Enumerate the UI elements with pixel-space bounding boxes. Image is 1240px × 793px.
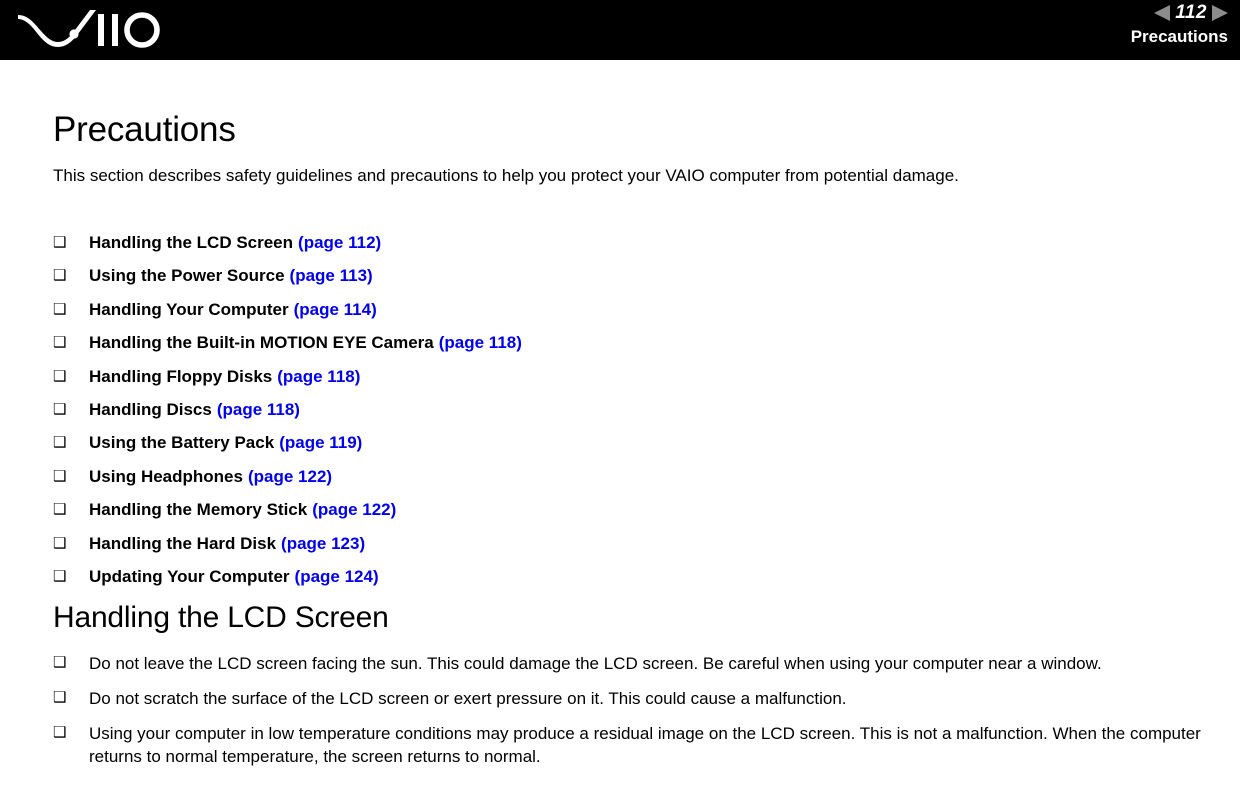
box-bullet-icon: ❑ (53, 689, 67, 706)
list-item[interactable]: ❑ Handling the Hard Disk (page 123) (53, 533, 1203, 566)
box-bullet-icon: ❑ (53, 724, 67, 741)
box-bullet-icon: ❑ (53, 654, 67, 671)
list-item[interactable]: ❑ Handling the Memory Stick (page 122) (53, 499, 1203, 532)
section-body-list: ❑ Do not leave the LCD screen facing the… (53, 652, 1213, 780)
toc-item-label: Using the Battery Pack (89, 433, 275, 453)
list-item[interactable]: ❑ Handling Floppy Disks (page 118) (53, 366, 1203, 399)
body-paragraph: Do not scratch the surface of the LCD sc… (89, 689, 847, 708)
toc-item-label: Handling Your Computer (89, 299, 289, 319)
toc-item-label: Handling the Hard Disk (89, 533, 277, 553)
list-item[interactable]: ❑ Updating Your Computer (page 124) (53, 566, 1203, 599)
body-paragraph: Using your computer in low temperature c… (89, 724, 1201, 766)
toc-item-label: Using Headphones (89, 466, 243, 486)
toc-item-page-link[interactable]: (page 123) (281, 533, 365, 555)
next-page-arrow-icon[interactable] (1212, 5, 1228, 21)
toc-item-label: Handling Floppy Disks (89, 366, 273, 386)
toc-item-label: Handling the Built-in MOTION EYE Camera (89, 333, 434, 353)
toc-item-label: Handling the Memory Stick (89, 500, 308, 520)
toc-item-page-link[interactable]: (page 112) (298, 232, 381, 254)
page-title: Precautions (53, 110, 236, 149)
list-item: ❑ Using your computer in low temperature… (53, 722, 1213, 768)
box-bullet-icon: ❑ (53, 367, 67, 385)
box-bullet-icon: ❑ (53, 501, 67, 519)
vaio-logo (14, 6, 174, 50)
box-bullet-icon: ❑ (53, 434, 67, 452)
toc-item-label: Updating Your Computer (89, 566, 290, 586)
toc-item-page-link[interactable]: (page 124) (295, 566, 379, 588)
body-paragraph: Do not leave the LCD screen facing the s… (89, 654, 1102, 673)
page-number: 112 (1175, 2, 1207, 23)
intro-paragraph: This section describes safety guidelines… (53, 166, 959, 185)
previous-page-arrow-icon[interactable] (1154, 5, 1171, 21)
list-item[interactable]: ❑ Handling Your Computer (page 114) (53, 299, 1203, 332)
page-navigation: 112 (1154, 1, 1228, 25)
toc-item-label: Handling Discs (89, 399, 212, 419)
list-item[interactable]: ❑ Using the Power Source (page 113) (53, 265, 1203, 298)
box-bullet-icon: ❑ (53, 300, 67, 318)
list-item[interactable]: ❑ Handling Discs (page 118) (53, 399, 1203, 432)
page-header-band: 112 Precautions (0, 0, 1240, 60)
list-item: ❑ Do not leave the LCD screen facing the… (53, 652, 1213, 675)
toc-item-page-link[interactable]: (page 113) (290, 265, 373, 287)
toc-item-page-link[interactable]: (page 114) (294, 299, 377, 321)
toc-item-page-link[interactable]: (page 119) (279, 432, 362, 454)
table-of-contents-list: ❑ Handling the LCD Screen (page 112) ❑ U… (53, 232, 1203, 599)
toc-item-page-link[interactable]: (page 118) (217, 399, 300, 421)
list-item[interactable]: ❑ Using the Battery Pack (page 119) (53, 432, 1203, 465)
toc-item-label: Using the Power Source (89, 266, 285, 286)
box-bullet-icon: ❑ (53, 334, 67, 352)
box-bullet-icon: ❑ (53, 400, 67, 418)
list-item: ❑ Do not scratch the surface of the LCD … (53, 687, 1213, 710)
toc-item-page-link[interactable]: (page 122) (312, 499, 396, 521)
box-bullet-icon: ❑ (53, 567, 67, 585)
box-bullet-icon: ❑ (53, 267, 67, 285)
section-heading: Handling the LCD Screen (53, 601, 389, 634)
toc-item-page-link[interactable]: (page 122) (248, 466, 332, 488)
box-bullet-icon: ❑ (53, 467, 67, 485)
list-item[interactable]: ❑ Using Headphones (page 122) (53, 466, 1203, 499)
toc-item-page-link[interactable]: (page 118) (277, 366, 360, 388)
toc-item-label: Handling the LCD Screen (89, 233, 294, 252)
box-bullet-icon: ❑ (53, 234, 67, 251)
box-bullet-icon: ❑ (53, 534, 67, 552)
toc-item-page-link[interactable]: (page 118) (439, 332, 522, 354)
list-item[interactable]: ❑ Handling the LCD Screen (page 112) (53, 232, 1203, 265)
list-item[interactable]: ❑ Handling the Built-in MOTION EYE Camer… (53, 332, 1203, 365)
header-section-title: Precautions (1130, 27, 1228, 46)
